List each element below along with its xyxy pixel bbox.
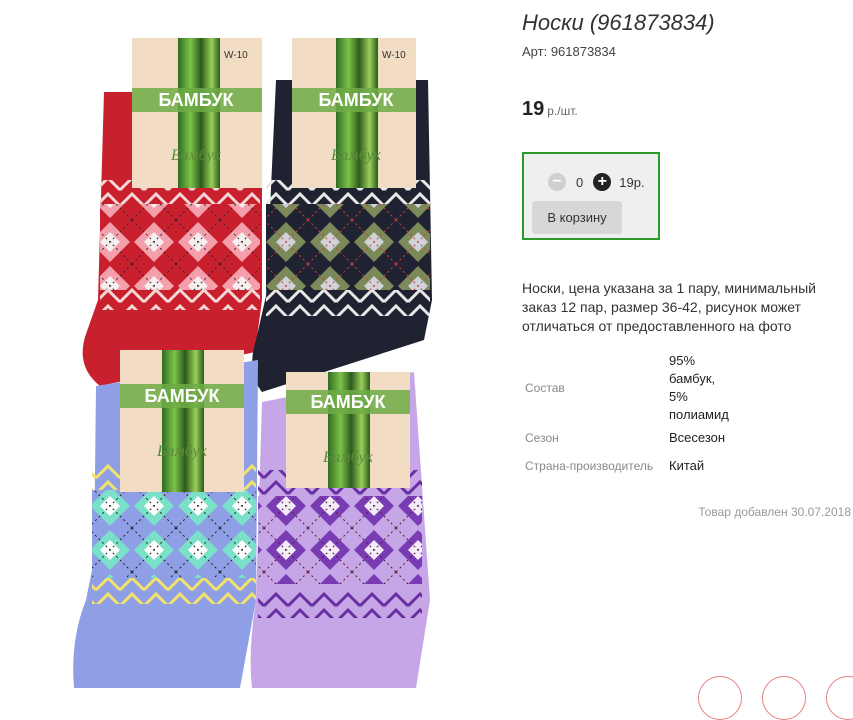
add-to-cart-box: − 0 + 19р. В корзину [522,152,660,240]
tag-brand-text: БАМБУК [311,392,387,412]
composition-line: 5% [669,389,688,404]
quantity-value: 0 [576,174,584,190]
tag-script-text: Бамбук [330,147,382,164]
circle-button[interactable] [826,676,853,720]
tag-script-text: Бамбук [170,147,222,164]
added-date: Товар добавлен 30.07.2018 [698,505,851,519]
quantity-stepper: − 0 + 19р. [548,172,645,192]
product-details: Носки (961873834) Арт: 961873834 19 р./шт… [522,0,853,720]
tag-brand-text: БАМБУК [319,90,395,110]
spec-row-country: Страна-производитель Китай [522,452,822,480]
tag-size-text: W-10 [224,50,248,61]
composition-line: полиамид [669,407,729,422]
sku-value: 961873834 [550,44,616,59]
tag-top-right: БАМБУК Бамбук W-10 [292,38,416,188]
product-price: 19 р./шт. [522,98,578,121]
circle-button[interactable] [698,676,742,720]
specs-table: Состав 95% бамбук, 5% полиамид Сезон Все… [522,352,822,480]
tag-bottom-right: БАМБУК Бамбук [286,372,410,488]
sku-label: Арт: [522,44,548,59]
minus-circle-icon[interactable]: − [548,173,566,191]
product-description: Носки, цена указана за 1 пару, минимальн… [522,280,816,334]
composition-line: 95% [669,353,696,368]
spec-value-composition: 95% бамбук, 5% полиамид [669,352,822,424]
tag-script-text: Бамбук [322,449,374,466]
tag-script-text: Бамбук [156,443,208,460]
plus-circle-icon[interactable]: + [593,173,612,191]
tag-brand-text: БАМБУК [145,386,221,406]
spec-label: Состав [525,381,565,395]
composition-line: бамбук, [669,371,716,386]
tag-bottom-left: БАМБУК Бамбук [120,350,244,492]
circle-button[interactable] [762,676,806,720]
product-sku: Арт: 961873834 [522,44,616,59]
product-title: Носки (961873834) [522,10,715,35]
tag-top-left: БАМБУК Бамбук W-10 [132,38,262,188]
add-to-cart-button[interactable]: В корзину [532,201,622,234]
price-unit: р./шт. [547,104,578,118]
tag-size-text: W-10 [382,50,406,61]
spec-label: Страна-производитель [525,459,654,473]
spec-label: Сезон [525,431,559,445]
spec-value-season: Всесезон [669,430,726,445]
price-value: 19 [522,98,545,120]
spec-row-season: Сезон Всесезон [522,424,822,452]
tag-brand-text: БАМБУК [159,90,235,110]
line-price: 19р. [619,174,645,190]
spec-row-composition: Состав 95% бамбук, 5% полиамид [522,352,822,424]
bottom-circle-buttons [522,670,853,720]
spec-value-country: Китай [669,458,705,473]
product-image[interactable]: БАМБУК Бамбук W-10 БАМБУК Бамбук W-10 БА… [0,0,512,688]
